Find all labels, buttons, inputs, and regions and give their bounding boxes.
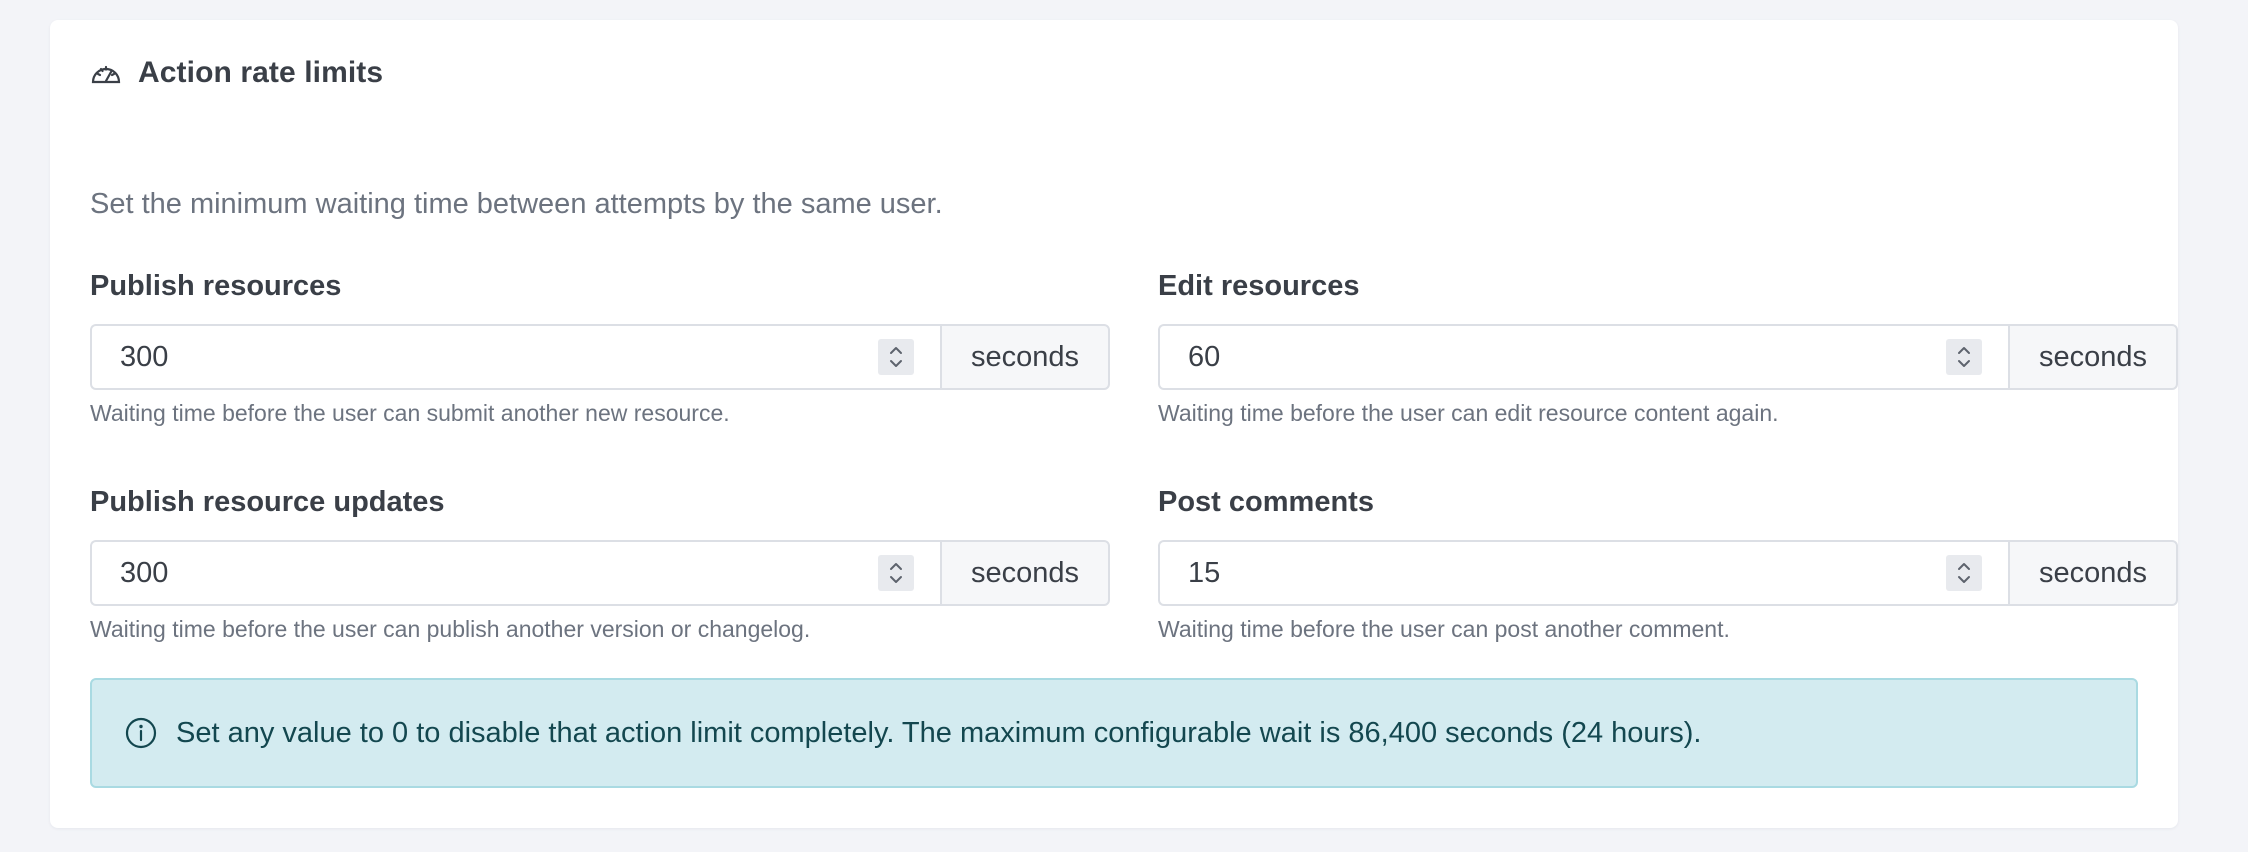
field-label: Post comments xyxy=(1158,486,1374,518)
number-stepper[interactable] xyxy=(878,555,914,591)
field-post-comments: Post comments 15 seconds Waiting time be… xyxy=(1158,482,2178,643)
field-publish-resources: Publish resources 300 seconds Waiting ti… xyxy=(90,266,1110,427)
field-publish-updates: Publish resource updates 300 seconds Wai… xyxy=(90,482,1110,643)
number-stepper[interactable] xyxy=(878,339,914,375)
input-group: 15 seconds xyxy=(1158,540,2178,606)
card-header: Action rate limits xyxy=(90,56,383,90)
field-label: Publish resource updates xyxy=(90,486,445,518)
card-title: Action rate limits xyxy=(138,56,384,89)
alert-text: Set any value to 0 to disable that actio… xyxy=(176,716,1702,749)
input-value[interactable]: 15 xyxy=(1188,557,1220,590)
post-comments-input[interactable]: 15 xyxy=(1158,540,2008,606)
publish-resources-input[interactable]: 300 xyxy=(90,324,940,390)
info-alert: Set any value to 0 to disable that actio… xyxy=(90,678,2138,788)
number-stepper[interactable] xyxy=(1946,339,1982,375)
unit-addon: seconds xyxy=(940,324,1110,390)
edit-resources-input[interactable]: 60 xyxy=(1158,324,2008,390)
input-group: 300 seconds xyxy=(90,540,1110,606)
number-stepper[interactable] xyxy=(1946,555,1982,591)
card-description: Set the minimum waiting time between att… xyxy=(90,188,943,220)
publish-updates-input[interactable]: 300 xyxy=(90,540,940,606)
help-text: Waiting time before the user can edit re… xyxy=(1158,400,1779,426)
input-value[interactable]: 60 xyxy=(1188,341,1220,374)
input-value[interactable]: 300 xyxy=(120,557,168,590)
help-text: Waiting time before the user can post an… xyxy=(1158,616,1730,642)
unit-addon: seconds xyxy=(2008,540,2178,606)
field-label: Publish resources xyxy=(90,270,342,302)
gauge-icon xyxy=(90,60,124,86)
input-group: 300 seconds xyxy=(90,324,1110,390)
unit-addon: seconds xyxy=(2008,324,2178,390)
rate-limits-card: Action rate limits Set the minimum waiti… xyxy=(50,20,2178,828)
field-edit-resources: Edit resources 60 seconds Waiting time b… xyxy=(1158,266,2178,427)
input-group: 60 seconds xyxy=(1158,324,2178,390)
info-icon xyxy=(124,716,158,750)
help-text: Waiting time before the user can submit … xyxy=(90,400,730,426)
input-value[interactable]: 300 xyxy=(120,341,168,374)
help-text: Waiting time before the user can publish… xyxy=(90,616,811,642)
field-label: Edit resources xyxy=(1158,270,1360,302)
unit-addon: seconds xyxy=(940,540,1110,606)
